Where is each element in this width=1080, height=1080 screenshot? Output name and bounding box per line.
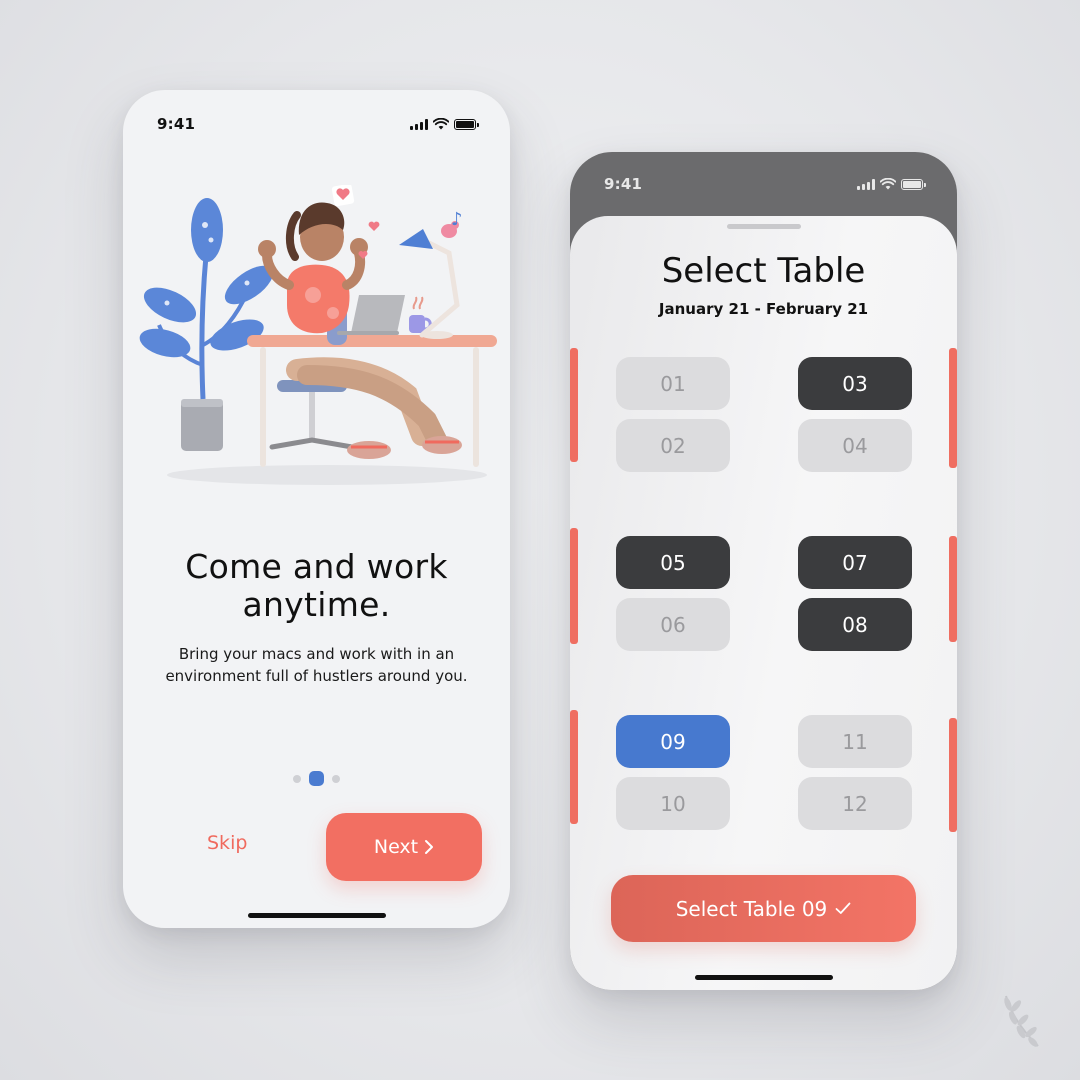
page-indicator (123, 771, 510, 786)
onboarding-phone: 9:41 ♪ Come and work anytime. Bring your… (123, 90, 510, 928)
chevron-right-icon (425, 840, 434, 854)
page-dot-2-active[interactable] (309, 771, 324, 786)
page-title: Select Table (661, 251, 866, 291)
skip-button[interactable]: Skip (207, 832, 247, 854)
description-line-2: environment full of hustlers around you. (165, 667, 468, 685)
table-06[interactable]: 06 (616, 598, 730, 651)
woman-at-desk-illustration: ♪ (139, 185, 497, 485)
table-08[interactable]: 08 (798, 598, 912, 651)
next-button-label: Next (373, 836, 419, 858)
battery-icon (454, 118, 479, 130)
status-icons (410, 118, 479, 130)
status-bar: 9:41 (570, 172, 957, 196)
room-wall-marker (949, 536, 957, 642)
table-05[interactable]: 05 (616, 536, 730, 589)
headline-line-2: anytime. (242, 585, 391, 624)
table-09-selected[interactable]: 09 (616, 715, 730, 768)
plant-icon (139, 198, 274, 451)
wifi-icon (433, 118, 449, 130)
select-table-button[interactable]: Select Table 09 (611, 875, 916, 942)
status-icons (857, 178, 926, 190)
table-12[interactable]: 12 (798, 777, 912, 830)
date-range: January 21 - February 21 (658, 300, 869, 318)
battery-icon (901, 178, 926, 190)
onboarding-headline: Come and work anytime. (123, 548, 510, 624)
description-line-1: Bring your macs and work with in an (178, 645, 455, 663)
room-wall-marker (570, 710, 578, 824)
headline-line-1: Come and work (185, 547, 448, 586)
room-wall-marker (949, 348, 957, 468)
table-11[interactable]: 11 (798, 715, 912, 768)
table-03[interactable]: 03 (798, 357, 912, 410)
cellular-signal-icon (857, 178, 875, 190)
status-time: 9:41 (157, 115, 196, 133)
next-button[interactable]: Next (326, 813, 482, 881)
table-01[interactable]: 01 (616, 357, 730, 410)
room-wall-marker (570, 528, 578, 644)
table-04[interactable]: 04 (798, 419, 912, 472)
onboarding-description: Bring your macs and work with in an envi… (153, 643, 480, 687)
select-table-phone: 9:41 Select Table January 21 - February … (570, 152, 957, 990)
room-wall-marker (949, 718, 957, 832)
sheet-drag-handle[interactable] (726, 224, 801, 229)
home-indicator (694, 975, 833, 980)
cellular-signal-icon (410, 118, 428, 130)
page-dot-3[interactable] (332, 774, 340, 783)
page-dot-1[interactable] (293, 774, 301, 783)
status-bar: 9:41 (123, 112, 510, 136)
select-table-sheet: Select Table January 21 - February 21 01… (570, 216, 957, 990)
table-02[interactable]: 02 (616, 419, 730, 472)
svg-text:♪: ♪ (451, 209, 463, 230)
checkmark-icon (835, 902, 851, 914)
laurel-logo-icon (1004, 995, 1039, 1047)
home-indicator (247, 913, 386, 918)
table-07[interactable]: 07 (798, 536, 912, 589)
status-time: 9:41 (604, 175, 643, 193)
table-10[interactable]: 10 (616, 777, 730, 830)
room-wall-marker (570, 348, 578, 462)
wifi-icon (880, 178, 896, 190)
select-table-button-label: Select Table 09 (675, 896, 828, 921)
